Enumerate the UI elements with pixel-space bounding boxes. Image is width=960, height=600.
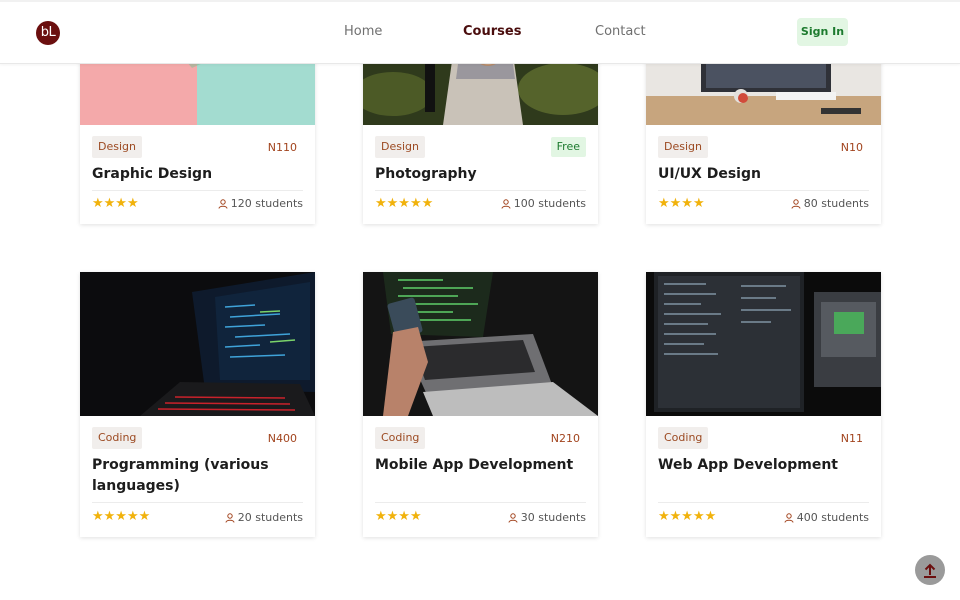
course-title[interactable]: Programming (various languages): [92, 455, 297, 497]
rating-stars: ★★★★★: [92, 509, 151, 524]
card-divider: [92, 502, 303, 503]
course-image-mobile-app-development: [363, 272, 598, 416]
students-count: 80 students: [791, 197, 869, 210]
price-badge-free: Free: [550, 137, 586, 157]
category-tag[interactable]: Coding: [658, 427, 709, 449]
person-icon: [791, 199, 801, 209]
course-title[interactable]: Mobile App Development: [375, 455, 580, 476]
students-count-text: 100 students: [513, 197, 586, 210]
price-label: N110: [267, 141, 297, 154]
category-tag[interactable]: Coding: [375, 427, 426, 449]
card-divider: [658, 190, 869, 191]
students-count-text: 30 students: [520, 511, 586, 524]
course-card-web-app-development[interactable]: Coding N11 Web App Development ★★★★★ 400…: [646, 272, 881, 537]
students-count: 400 students: [784, 511, 869, 524]
person-icon: [784, 513, 794, 523]
course-card-programming[interactable]: Coding N400 Programming (various languag…: [80, 272, 315, 537]
scroll-to-top-button[interactable]: [915, 555, 945, 585]
course-image-programming: [80, 272, 315, 416]
arrow-up-icon: [924, 563, 936, 578]
course-title[interactable]: Photography: [375, 164, 580, 185]
person-icon: [508, 513, 518, 523]
card-divider: [375, 502, 586, 503]
students-count-text: 20 students: [237, 511, 303, 524]
rating-stars: ★★★★: [375, 509, 422, 524]
nav-link-home[interactable]: Home: [344, 24, 382, 39]
rating-stars: ★★★★★: [658, 509, 717, 524]
students-count: 120 students: [218, 197, 303, 210]
category-tag[interactable]: Design: [375, 136, 425, 158]
course-card-mobile-app-development[interactable]: Coding N210 Mobile App Development ★★★★ …: [363, 272, 598, 537]
price-label: N11: [840, 432, 863, 445]
courses-page: Design N110 Graphic Design ★★★★ 120 stud…: [0, 0, 960, 600]
card-divider: [658, 502, 869, 503]
sign-in-button[interactable]: Sign In: [797, 18, 848, 46]
brand-logo[interactable]: bL: [36, 21, 60, 45]
nav-link-courses[interactable]: Courses: [463, 24, 521, 39]
students-count: 100 students: [501, 197, 586, 210]
students-count-text: 120 students: [230, 197, 303, 210]
person-icon: [501, 199, 511, 209]
rating-stars: ★★★★: [92, 196, 139, 211]
category-tag[interactable]: Design: [658, 136, 708, 158]
students-count-text: 400 students: [796, 511, 869, 524]
students-count-text: 80 students: [803, 197, 869, 210]
course-title[interactable]: Web App Development: [658, 455, 863, 476]
card-divider: [375, 190, 586, 191]
card-divider: [92, 190, 303, 191]
nav-link-contact[interactable]: Contact: [595, 24, 646, 39]
person-icon: [225, 513, 235, 523]
price-label: N10: [840, 141, 863, 154]
top-border: [0, 0, 960, 2]
person-icon: [218, 199, 228, 209]
category-tag[interactable]: Design: [92, 136, 142, 158]
price-label: N210: [550, 432, 580, 445]
category-tag[interactable]: Coding: [92, 427, 143, 449]
rating-stars: ★★★★★: [375, 196, 434, 211]
rating-stars: ★★★★: [658, 196, 705, 211]
course-image-web-app-development: [646, 272, 881, 416]
course-title[interactable]: UI/UX Design: [658, 164, 863, 185]
course-title[interactable]: Graphic Design: [92, 164, 297, 185]
students-count: 30 students: [508, 511, 586, 524]
price-label: N400: [267, 432, 297, 445]
students-count: 20 students: [225, 511, 303, 524]
top-navbar: bL Home Courses Contact Sign In: [0, 2, 960, 64]
